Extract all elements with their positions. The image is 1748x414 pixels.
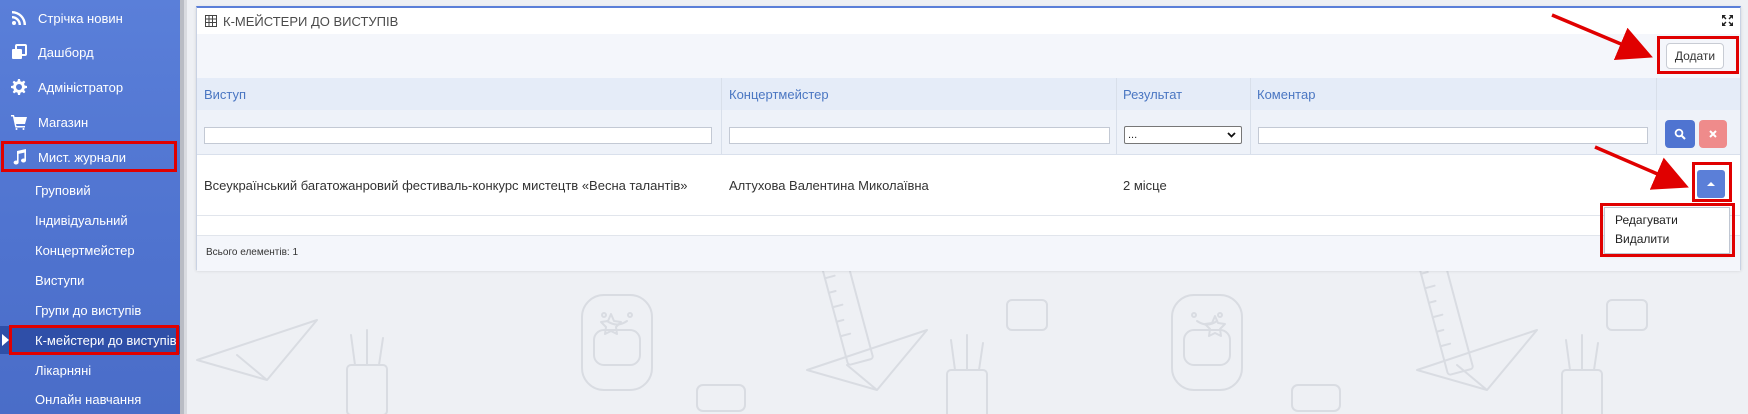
chevron-down-icon: [1227, 132, 1236, 138]
sidebar-divider: [184, 0, 187, 414]
cell-result: 2 місце: [1123, 177, 1167, 193]
sidebar-item-label: Адміністратор: [38, 79, 124, 95]
sidebar-item-label: Мист. журнали: [38, 149, 127, 165]
result-filter-value: ...: [1128, 129, 1138, 141]
panel-title: К-МЕЙСТЕРИ ДО ВИСТУПІВ: [223, 13, 399, 29]
sidebar-subitem-label: Онлайн навчання: [35, 391, 142, 407]
search-button[interactable]: [1665, 120, 1695, 148]
panel-header: К-МЕЙСТЕРИ ДО ВИСТУПІВ: [197, 8, 1740, 34]
total-count: Всього елементів: 1: [206, 247, 299, 258]
sidebar: Стрічка новин Дашборд Адміністратор Мага…: [0, 0, 180, 414]
sidebar-item-shop[interactable]: Магазин: [0, 107, 180, 137]
sidebar-item-administrator[interactable]: Адміністратор: [0, 72, 180, 102]
cell-performance: Всеукраїнський багатожанровий фестиваль-…: [204, 177, 688, 193]
sidebar-item-label: Магазин: [38, 114, 89, 130]
performance-filter-input[interactable]: [204, 127, 712, 144]
expand-icon[interactable]: [1721, 14, 1734, 27]
column-divider: [1116, 78, 1117, 154]
sidebar-subitem-label: Лікарняні: [35, 362, 92, 378]
caret-up-icon: [1707, 182, 1715, 186]
sidebar-subitem-label: Групи до виступів: [35, 302, 142, 318]
table-header: Виступ Концертмейстер Результат Коментар: [197, 78, 1740, 110]
sidebar-subitem-label: Концертмейстер: [35, 242, 135, 258]
add-button[interactable]: Додати: [1666, 43, 1724, 69]
column-header-performance[interactable]: Виступ: [204, 78, 246, 110]
music-icon: [10, 148, 28, 166]
panel-footer: Всього елементів: 1: [197, 235, 1740, 271]
panel-toolbar: Додати: [197, 34, 1740, 78]
sidebar-subitem-online-learning[interactable]: Онлайн навчання: [0, 385, 180, 413]
table-icon: [205, 15, 217, 27]
sidebar-item-dashboard[interactable]: Дашборд: [0, 37, 180, 67]
accompanist-filter-input[interactable]: [729, 127, 1110, 144]
sidebar-subitem-label: Індивідуальний: [35, 212, 128, 228]
table-row[interactable]: Всеукраїнський багатожанровий фестиваль-…: [197, 155, 1740, 216]
sidebar-subitem-groups-to-performances[interactable]: Групи до виступів: [0, 296, 180, 324]
sidebar-item-art-journals[interactable]: Мист. журнали: [0, 142, 180, 172]
row-actions-button[interactable]: [1697, 170, 1725, 198]
menu-item-edit[interactable]: Редагувати: [1615, 211, 1678, 229]
result-filter-select[interactable]: ...: [1124, 126, 1242, 144]
search-icon: [1674, 128, 1686, 140]
sidebar-subitem-performances[interactable]: Виступи: [0, 266, 180, 294]
column-divider: [1250, 78, 1251, 154]
sidebar-item-label: Дашборд: [38, 44, 94, 60]
sidebar-item-news-feed[interactable]: Стрічка новин: [0, 3, 180, 33]
sidebar-subitem-individual[interactable]: Індивідуальний: [0, 206, 180, 234]
menu-item-delete[interactable]: Видалити: [1615, 230, 1669, 248]
clear-filter-button[interactable]: [1699, 120, 1727, 148]
dashboard-icon: [10, 43, 28, 61]
column-header-accompanist[interactable]: Концертмейстер: [729, 78, 829, 110]
sidebar-subitem-accompanist[interactable]: Концертмейстер: [0, 236, 180, 264]
cart-icon: [10, 113, 28, 131]
column-divider: [1656, 78, 1657, 154]
cell-accompanist: Алтухова Валентина Миколаївна: [729, 177, 929, 193]
sidebar-subitem-accompanists-to-performances[interactable]: К-мейстери до виступів: [0, 326, 180, 354]
sidebar-subitem-label: К-мейстери до виступів: [35, 332, 177, 348]
sidebar-subitem-group[interactable]: Груповий: [0, 176, 180, 204]
sidebar-subitem-label: Виступи: [35, 272, 85, 288]
sidebar-subitem-sick-leaves[interactable]: Лікарняні: [0, 356, 180, 384]
accompanists-panel: К-МЕЙСТЕРИ ДО ВИСТУПІВ Додати Виступ Кон…: [196, 6, 1741, 271]
column-header-comment[interactable]: Коментар: [1257, 78, 1315, 110]
close-icon: [1709, 130, 1717, 138]
active-caret-icon: [2, 334, 9, 346]
row-actions-menu: Редагувати Видалити: [1604, 207, 1730, 254]
rss-icon: [10, 9, 28, 27]
gear-icon: [10, 78, 28, 96]
comment-filter-input[interactable]: [1258, 127, 1648, 144]
sidebar-item-label: Стрічка новин: [38, 10, 123, 26]
sidebar-subitem-label: Груповий: [35, 182, 91, 198]
column-divider: [721, 78, 722, 154]
column-header-result[interactable]: Результат: [1123, 78, 1182, 110]
filter-row: ...: [197, 110, 1740, 155]
